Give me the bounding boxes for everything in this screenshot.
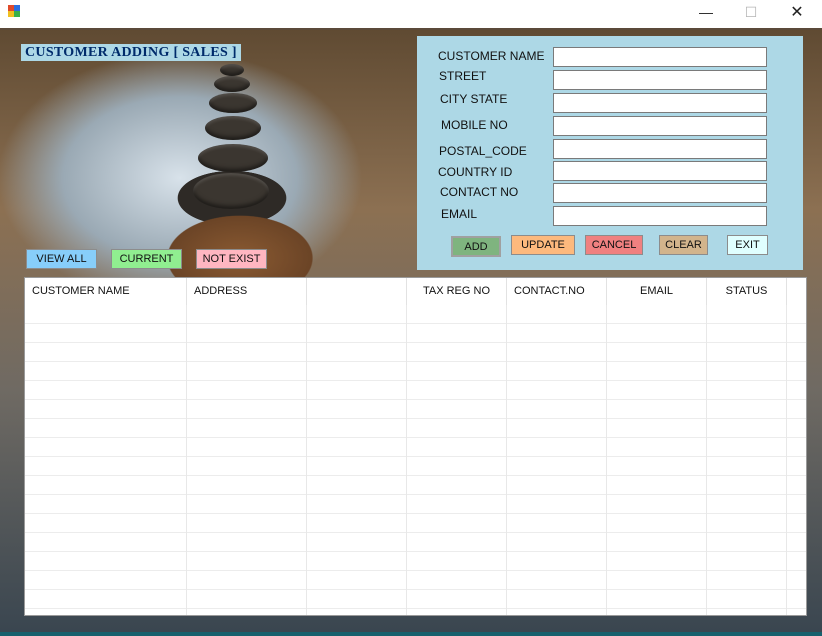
email-label: EMAIL xyxy=(441,207,478,221)
column-header-contact-no[interactable]: CONTACT.NO xyxy=(507,278,607,305)
minimize-button[interactable]: — xyxy=(683,0,729,24)
column-header-email[interactable]: EMAIL xyxy=(607,278,707,305)
column-header-tax-reg-no[interactable]: TAX REG NO xyxy=(407,278,507,305)
table-row[interactable] xyxy=(25,590,806,609)
table-row[interactable] xyxy=(25,324,806,343)
current-button[interactable]: CURRENT xyxy=(111,249,182,269)
clear-button[interactable]: CLEAR xyxy=(659,235,708,255)
customer-data-grid[interactable]: CUSTOMER NAME ADDRESS TAX REG NO CONTACT… xyxy=(24,277,807,616)
column-header-customer-name[interactable]: CUSTOMER NAME xyxy=(25,278,187,305)
mobile-no-label: MOBILE NO xyxy=(441,118,508,132)
street-label: STREET xyxy=(439,69,487,83)
table-row[interactable] xyxy=(25,457,806,476)
contact-no-label: CONTACT NO xyxy=(440,185,519,199)
table-row[interactable] xyxy=(25,533,806,552)
table-row[interactable] xyxy=(25,438,806,457)
close-button[interactable]: ✕ xyxy=(774,0,820,24)
postal-code-label: POSTAL_CODE xyxy=(439,144,527,158)
close-icon: ✕ xyxy=(790,4,804,21)
window-border xyxy=(0,28,822,30)
table-row[interactable] xyxy=(25,419,806,438)
table-row[interactable] xyxy=(25,343,806,362)
country-id-field[interactable] xyxy=(553,161,767,181)
app-form-icon xyxy=(7,4,21,18)
city-state-label: CITY STATE xyxy=(440,92,508,106)
view-all-button[interactable]: VIEW ALL xyxy=(26,249,97,269)
maximize-icon: ☐ xyxy=(744,3,758,20)
add-button[interactable]: ADD xyxy=(451,236,501,257)
customer-name-label: CUSTOMER NAME xyxy=(438,49,545,63)
table-row[interactable] xyxy=(25,552,806,571)
email-field[interactable] xyxy=(553,206,767,226)
customer-name-field[interactable] xyxy=(553,47,767,67)
city-state-field[interactable] xyxy=(553,93,767,113)
column-header-blank[interactable] xyxy=(307,278,407,305)
form-title: CUSTOMER ADDING [ SALES ] xyxy=(21,44,241,61)
country-id-label: COUNTRY ID xyxy=(438,165,513,179)
table-row[interactable] xyxy=(25,571,806,590)
column-header-address[interactable]: ADDRESS xyxy=(187,278,307,305)
grid-header: CUSTOMER NAME ADDRESS TAX REG NO CONTACT… xyxy=(25,278,806,305)
maximize-button[interactable]: ☐ xyxy=(728,0,774,24)
table-row[interactable] xyxy=(25,381,806,400)
table-row[interactable] xyxy=(25,514,806,533)
title-bar: — ☐ ✕ xyxy=(0,0,822,28)
contact-no-field[interactable] xyxy=(553,183,767,203)
table-row[interactable] xyxy=(25,305,806,324)
table-row[interactable] xyxy=(25,476,806,495)
column-header-status[interactable]: STATUS xyxy=(707,278,787,305)
street-field[interactable] xyxy=(553,70,767,90)
exit-button[interactable]: EXIT xyxy=(727,235,768,255)
postal-code-field[interactable] xyxy=(553,139,767,159)
mobile-no-field[interactable] xyxy=(553,116,767,136)
table-row[interactable] xyxy=(25,362,806,381)
table-row[interactable] xyxy=(25,400,806,419)
cancel-button[interactable]: CANCEL xyxy=(585,235,643,255)
update-button[interactable]: UPDATE xyxy=(511,235,575,255)
not-exist-button[interactable]: NOT EXIST xyxy=(196,249,267,269)
table-row[interactable] xyxy=(25,495,806,514)
taskbar-strip xyxy=(0,632,822,636)
minimize-icon: — xyxy=(699,4,713,20)
